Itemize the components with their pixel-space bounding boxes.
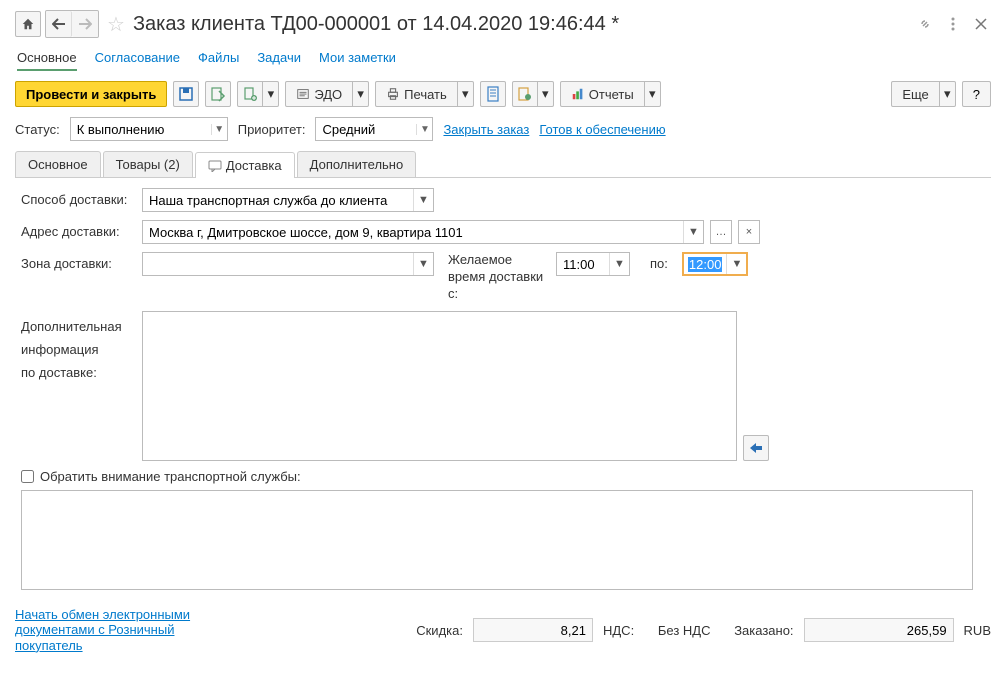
save-button[interactable] [173, 81, 199, 107]
extra-info-label-2: информация [21, 338, 136, 361]
document-button[interactable] [480, 81, 506, 107]
delivery-method-input[interactable] [143, 189, 413, 211]
discount-label: Скидка: [416, 623, 463, 638]
time-from-dropdown[interactable]: ▼ [609, 253, 629, 275]
status-select[interactable] [71, 118, 211, 140]
ordered-label: Заказано: [734, 623, 793, 638]
attention-label: Обратить внимание транспортной службы: [40, 469, 301, 484]
menu-button[interactable] [943, 11, 963, 37]
edo-dropdown[interactable]: ▾ [353, 81, 369, 107]
discount-value [473, 618, 593, 642]
post-icon [210, 86, 226, 102]
innertab-main[interactable]: Основное [15, 151, 101, 177]
navtab-approval[interactable]: Согласование [95, 46, 180, 71]
priority-dropdown[interactable]: ▼ [416, 124, 432, 135]
innertab-delivery[interactable]: Доставка [195, 152, 295, 178]
reports-dropdown[interactable]: ▾ [645, 81, 661, 107]
help-button[interactable]: ? [962, 81, 991, 107]
innertab-additional[interactable]: Дополнительно [297, 151, 417, 177]
address-more-button[interactable]: … [711, 221, 731, 243]
arrow-right-icon [78, 18, 92, 30]
more-button[interactable]: Еще [891, 81, 939, 107]
attention-checkbox[interactable] [21, 470, 34, 483]
innertab-goods[interactable]: Товары (2) [103, 151, 193, 177]
chat-icon [208, 160, 222, 172]
more-dropdown[interactable]: ▾ [940, 81, 956, 107]
address-dropdown[interactable]: ▼ [683, 221, 703, 243]
zone-input[interactable] [143, 253, 413, 275]
attach-button[interactable] [512, 81, 538, 107]
zone-dropdown[interactable]: ▼ [413, 253, 433, 275]
address-input[interactable] [143, 221, 683, 243]
back-button[interactable] [46, 11, 72, 37]
delivery-method-dropdown[interactable]: ▼ [413, 189, 433, 211]
doc-icon [486, 86, 500, 102]
time-to-input[interactable]: 12:00 [684, 254, 727, 274]
home-button[interactable] [15, 11, 41, 37]
arrow-left-blue-icon [748, 441, 764, 455]
print-button[interactable]: Печать [375, 81, 458, 107]
extra-info-label-1: Дополнительная [21, 315, 136, 338]
create-based-on-dropdown[interactable]: ▾ [263, 81, 279, 107]
save-icon [178, 86, 194, 102]
attention-textarea[interactable] [21, 490, 973, 590]
transfer-left-button[interactable] [743, 435, 769, 461]
post-button[interactable] [205, 81, 231, 107]
ordered-value [804, 618, 954, 642]
navtab-files[interactable]: Файлы [198, 46, 239, 71]
close-icon [975, 18, 987, 30]
zone-label: Зона доставки: [21, 252, 136, 271]
navtab-main[interactable]: Основное [17, 46, 77, 71]
extra-info-textarea[interactable] [142, 311, 737, 461]
window-title: Заказ клиента ТД00-000001 от 14.04.2020 … [133, 13, 911, 36]
currency-label: RUB [964, 623, 991, 638]
priority-select[interactable] [316, 118, 416, 140]
edo-button[interactable]: ЭДО [285, 81, 353, 107]
priority-label: Приоритет: [238, 122, 306, 137]
start-edo-link[interactable]: Начать обмен электронными документами с … [15, 607, 245, 654]
time-to-label: по: [636, 252, 676, 271]
status-label: Статус: [15, 122, 60, 137]
home-icon [21, 17, 35, 31]
edo-icon [296, 87, 310, 101]
print-dropdown[interactable]: ▾ [458, 81, 474, 107]
post-and-close-button[interactable]: Провести и закрыть [15, 81, 167, 107]
arrow-left-icon [52, 18, 66, 30]
time-from-input[interactable] [557, 253, 609, 275]
close-button[interactable] [971, 11, 991, 37]
print-icon [386, 87, 400, 101]
address-label: Адрес доставки: [21, 220, 136, 239]
document-plus-icon [242, 86, 258, 102]
vat-label: НДС: [603, 623, 634, 638]
kebab-icon [951, 16, 955, 32]
time-to-dropdown[interactable]: ▼ [726, 254, 746, 274]
address-clear-button[interactable]: × [739, 221, 759, 243]
link-button[interactable] [915, 11, 935, 37]
navtab-tasks[interactable]: Задачи [257, 46, 301, 71]
reports-icon [571, 87, 585, 101]
navtab-notes[interactable]: Мои заметки [319, 46, 396, 71]
status-dropdown[interactable]: ▼ [211, 124, 227, 135]
attach-dropdown[interactable]: ▾ [538, 81, 554, 107]
link-icon [917, 16, 933, 32]
time-label: Желаемое время доставки с: [440, 252, 550, 303]
extra-info-label-3: по доставке: [21, 361, 136, 384]
favorite-star-icon[interactable]: ☆ [107, 12, 125, 37]
vat-value: Без НДС [644, 623, 724, 638]
close-order-link[interactable]: Закрыть заказ [443, 122, 529, 137]
attach-icon [517, 86, 533, 102]
ready-supply-link[interactable]: Готов к обеспечению [539, 122, 665, 137]
create-based-on-button[interactable] [237, 81, 263, 107]
delivery-method-label: Способ доставки: [21, 188, 136, 207]
forward-button[interactable] [72, 11, 98, 37]
reports-button[interactable]: Отчеты [560, 81, 645, 107]
